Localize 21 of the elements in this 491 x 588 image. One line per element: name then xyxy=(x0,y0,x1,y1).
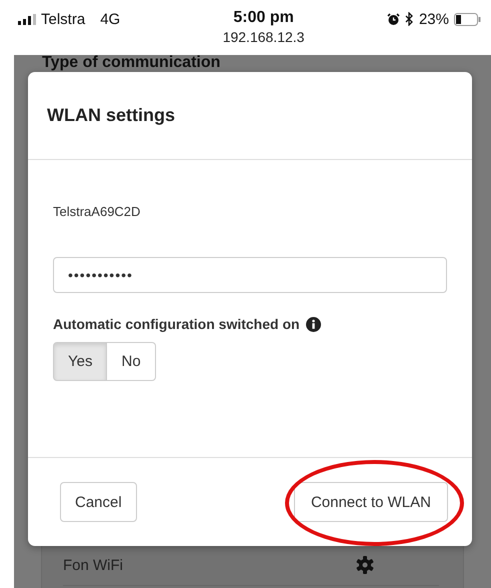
alarm-clock-icon xyxy=(386,12,400,26)
settings-icon[interactable] xyxy=(356,556,374,574)
carrier-name: Telstra xyxy=(41,10,86,28)
dialog-title: WLAN settings xyxy=(47,105,175,126)
password-field[interactable]: ••••••••••• xyxy=(53,257,447,293)
battery-icon xyxy=(454,12,481,26)
network-name: TelstraA69C2D xyxy=(53,204,142,219)
cancel-button[interactable]: Cancel xyxy=(60,482,137,522)
bluetooth-icon xyxy=(404,12,414,26)
network-type: 4G xyxy=(100,10,120,28)
section-heading: Type of communication xyxy=(41,55,222,71)
signal-icon xyxy=(18,14,36,24)
toggle-option[interactable]: Yes xyxy=(53,342,108,381)
page-address: 192.168.12.3 xyxy=(222,29,304,45)
network-label: Fon WiFi xyxy=(63,556,123,574)
clock-time: 5:00 pm xyxy=(233,9,294,27)
connect-button[interactable]: Connect to WLAN xyxy=(294,482,448,522)
info-icon[interactable] xyxy=(306,316,321,332)
setting-label: Automatic configuration switched on xyxy=(53,316,300,332)
toggle-option[interactable]: No xyxy=(107,342,156,381)
battery-percent: 23% xyxy=(418,10,449,28)
